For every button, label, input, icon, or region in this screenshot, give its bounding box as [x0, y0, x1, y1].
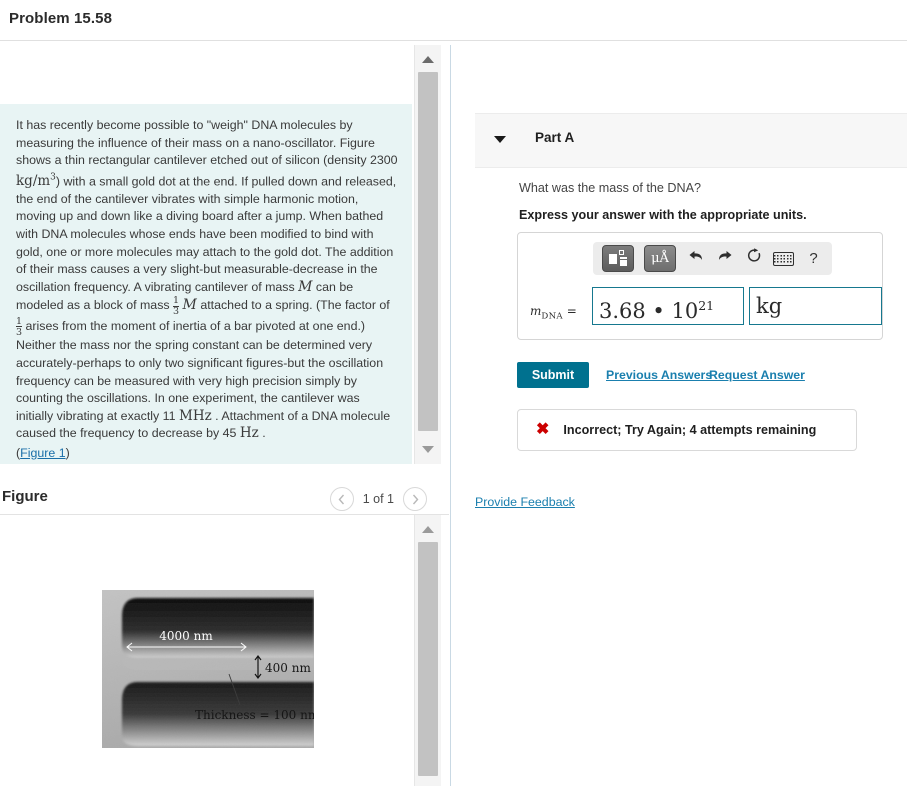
- answer-value-input[interactable]: 3.68 • 1021: [592, 287, 744, 325]
- figure-prev-button[interactable]: [329, 487, 354, 511]
- cantilever-sem-image[interactable]: 4000 nm 400 nm Thickness = 100 nm: [102, 590, 314, 748]
- feedback-box: ✖ Incorrect; Try Again; 4 attempts remai…: [517, 409, 857, 451]
- answer-pane: Part A What was the mass of the DNA? Exp…: [451, 45, 907, 786]
- problem-text-part-1: It has recently become possible to "weig…: [16, 118, 398, 168]
- answer-variable-label: mDNA =: [530, 304, 577, 322]
- submit-button[interactable]: Submit: [517, 362, 589, 388]
- problem-text-part-7: .: [258, 426, 266, 441]
- answer-units-input[interactable]: kg: [749, 287, 882, 325]
- problem-text-part-4: attached to a spring. (The factor of: [196, 298, 390, 313]
- triangle-up-icon: [422, 525, 434, 533]
- answer-value-mantissa: 3.68 • 10: [599, 299, 699, 323]
- page-header: Problem 15.58: [0, 0, 907, 41]
- figure-header: Figure 1 of 1: [0, 470, 449, 515]
- provide-feedback-link[interactable]: Provide Feedback: [475, 495, 575, 509]
- caret-down-icon[interactable]: [494, 136, 506, 143]
- triangle-down-icon: [422, 445, 434, 453]
- math-template-icon: [608, 250, 628, 267]
- reset-icon[interactable]: [744, 248, 763, 269]
- figure-body: 4000 nm 400 nm Thickness = 100 nm: [0, 515, 412, 786]
- math-template-button[interactable]: [602, 245, 634, 272]
- frequency-unit: MHz: [179, 407, 212, 424]
- problem-pane: It has recently become possible to "weig…: [0, 45, 412, 464]
- figure-scroll-thumb[interactable]: [418, 542, 438, 776]
- figure-link-wrapper: (Figure 1): [16, 445, 398, 463]
- mass-symbol-2: M: [182, 297, 197, 314]
- units-label: μÅ: [651, 251, 669, 266]
- problem-text-part-2: ) with a small gold dot at the end. If p…: [16, 174, 397, 294]
- help-icon[interactable]: ?: [804, 249, 823, 268]
- part-a-header[interactable]: Part A: [475, 113, 907, 168]
- figure-next-button[interactable]: [403, 487, 427, 511]
- figure-scroll-up-button[interactable]: [415, 518, 441, 540]
- keyboard-icon[interactable]: [773, 251, 794, 266]
- page-title: Problem 15.58: [9, 10, 113, 27]
- density-unit: kg/m3: [16, 172, 56, 190]
- answer-value-exponent: 21: [698, 298, 715, 313]
- paren-close: ): [65, 446, 70, 460]
- math-toolbar: μÅ ?: [593, 242, 832, 275]
- question-text: What was the mass of the DNA?: [519, 181, 701, 195]
- chevron-left-icon: [338, 494, 345, 504]
- problem-scrollbar[interactable]: [414, 45, 441, 464]
- problem-scroll-thumb[interactable]: [418, 72, 438, 431]
- cantilever-diagram: 4000 nm 400 nm Thickness = 100 nm: [102, 590, 314, 748]
- figure-1-link[interactable]: Figure 1: [20, 446, 65, 460]
- figure-title: Figure: [2, 488, 48, 505]
- answer-card: μÅ ? mDNA = 3.68 • 1021 kg: [517, 232, 883, 340]
- problem-scroll-up-button[interactable]: [415, 48, 441, 70]
- problem-text: It has recently become possible to "weig…: [16, 117, 398, 463]
- chevron-right-icon: [412, 494, 418, 504]
- undo-icon[interactable]: [686, 249, 705, 268]
- mass-symbol-1: M: [298, 278, 313, 295]
- units-button[interactable]: μÅ: [644, 245, 676, 272]
- feedback-message: Incorrect; Try Again; 4 attempts remaini…: [563, 423, 817, 437]
- redo-icon[interactable]: [715, 249, 734, 268]
- fraction-one-third-1: 13: [173, 295, 180, 318]
- previous-answers-link[interactable]: Previous Answers: [606, 368, 712, 382]
- problem-statement-box: It has recently become possible to "weig…: [0, 104, 412, 464]
- hertz-unit: Hz: [239, 425, 259, 442]
- figure-counter: 1 of 1: [362, 492, 394, 506]
- triangle-up-icon: [422, 55, 434, 63]
- incorrect-icon: ✖: [536, 421, 550, 438]
- instruction-text: Express your answer with the appropriate…: [519, 208, 807, 222]
- page-root: Problem 15.58 It has recently become pos…: [0, 0, 907, 786]
- request-answer-link[interactable]: Request Answer: [709, 368, 805, 382]
- problem-scroll-down-button[interactable]: [415, 438, 441, 460]
- figure-scrollbar[interactable]: [414, 515, 441, 786]
- figure-navigation: 1 of 1: [329, 487, 427, 511]
- part-a-label: Part A: [535, 130, 575, 145]
